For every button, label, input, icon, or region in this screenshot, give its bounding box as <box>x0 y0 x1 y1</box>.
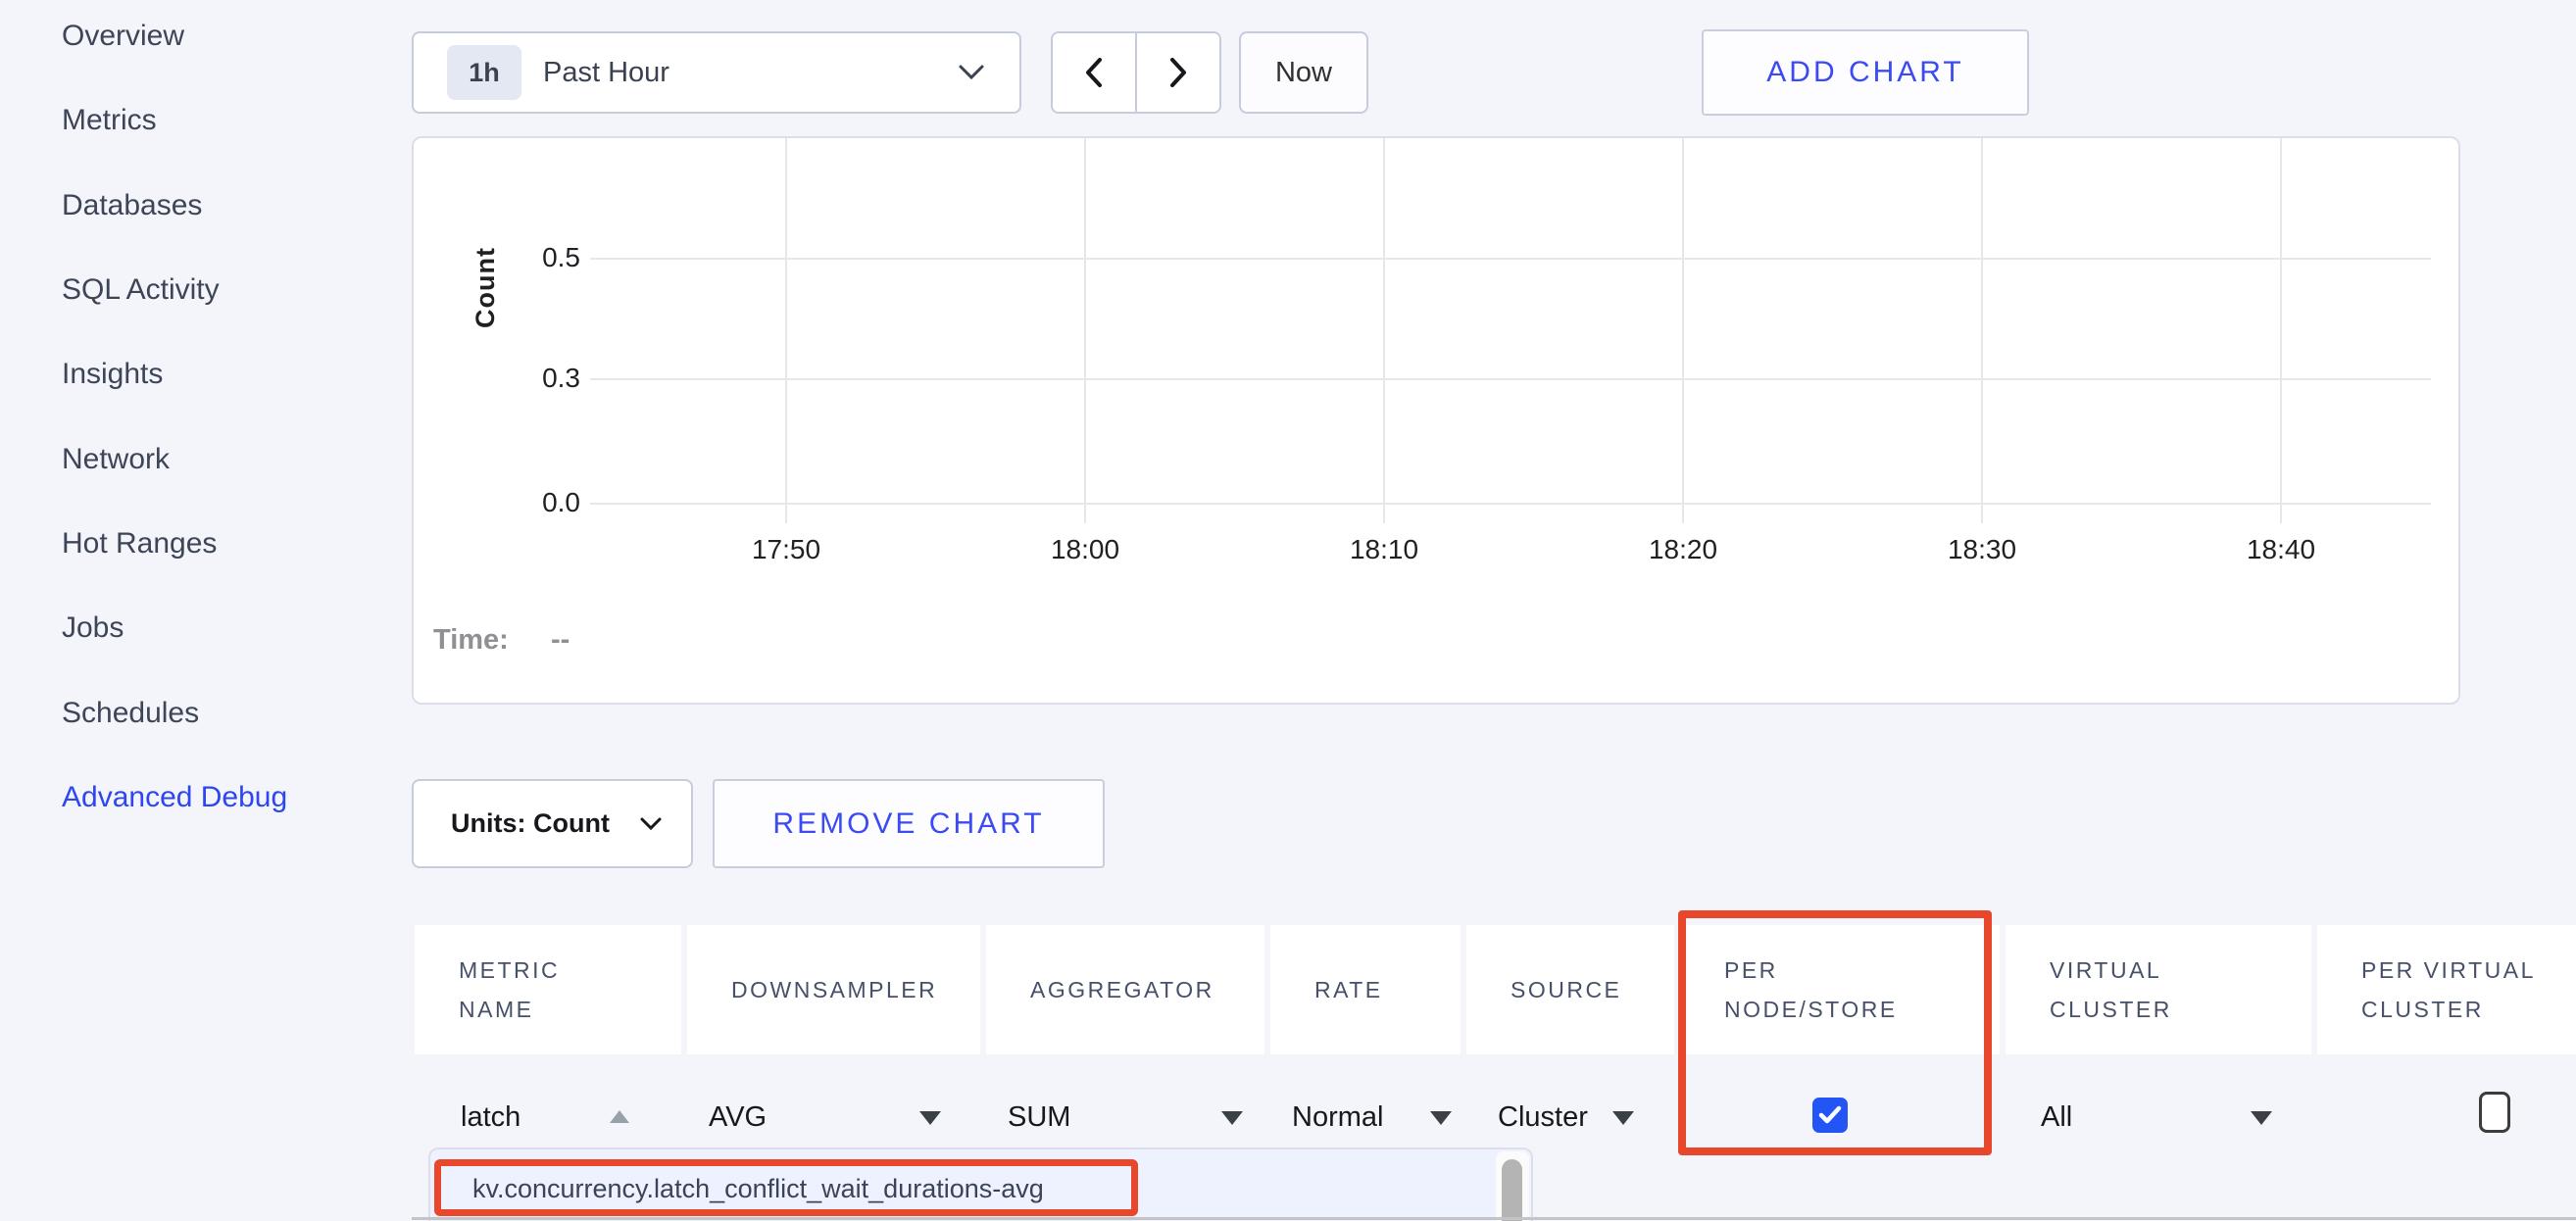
y-tick-0.3: 0.3 <box>512 363 580 394</box>
sidebar-item-sql-activity[interactable]: SQL Activity <box>62 273 220 307</box>
hover-time-value: -- <box>551 624 570 657</box>
chart-card: Count 0.5 0.3 0.0 17:50 18:00 18:10 18:2… <box>412 136 2460 705</box>
sidebar-item-schedules[interactable]: Schedules <box>62 697 199 730</box>
per-virtual-cluster-checkbox[interactable] <box>2479 1092 2510 1133</box>
x-tick: 18:20 <box>1614 534 1752 565</box>
x-tick: 18:00 <box>1016 534 1154 565</box>
next-time-button[interactable] <box>1137 33 1219 112</box>
chevron-right-icon <box>1169 58 1187 87</box>
scrollbar-track[interactable] <box>1496 1151 1529 1221</box>
metric-suggestion-item[interactable]: kv.concurrency.latch_conflict_wait_durat… <box>472 1174 1044 1204</box>
aggregator-select-value[interactable]: SUM <box>1008 1101 1070 1134</box>
check-icon <box>1818 1105 1842 1125</box>
per-node-store-checkbox[interactable] <box>1812 1098 1848 1133</box>
x-tick: 18:30 <box>1913 534 2051 565</box>
column-header-virtual-cluster: VIRTUAL CLUSTER <box>2006 925 2311 1054</box>
add-chart-button[interactable]: ADD CHART <box>1702 29 2029 116</box>
sidebar-item-network[interactable]: Network <box>62 443 170 476</box>
chevron-down-icon <box>640 817 662 831</box>
chevron-left-icon <box>1085 58 1103 87</box>
time-range-badge: 1h <box>447 45 521 100</box>
sidebar-item-databases[interactable]: Databases <box>62 189 202 222</box>
now-button[interactable]: Now <box>1239 31 1368 114</box>
column-header-source: SOURCE <box>1466 925 1674 1054</box>
units-select[interactable]: Units: Count <box>412 779 693 868</box>
metric-autocomplete-dropdown: kv.concurrency.latch_conflict_wait_durat… <box>428 1148 1533 1221</box>
caret-down-icon[interactable] <box>919 1111 941 1125</box>
chevron-down-icon <box>959 65 984 80</box>
sidebar-item-hot-ranges[interactable]: Hot Ranges <box>62 527 217 561</box>
x-tick: 17:50 <box>718 534 855 565</box>
column-header-rate: RATE <box>1270 925 1461 1054</box>
previous-time-button[interactable] <box>1053 33 1135 112</box>
hover-time-label: Time: <box>433 624 509 657</box>
remove-chart-button[interactable]: REMOVE CHART <box>713 779 1105 868</box>
column-header-metric-name: METRIC NAME <box>415 925 681 1054</box>
caret-down-icon[interactable] <box>2251 1111 2272 1125</box>
sidebar-item-advanced-debug[interactable]: Advanced Debug <box>62 781 287 814</box>
caret-down-icon[interactable] <box>1612 1111 1634 1125</box>
sidebar-item-overview[interactable]: Overview <box>62 20 184 53</box>
metric-name-input[interactable] <box>446 1090 608 1145</box>
divider <box>412 1217 2576 1220</box>
x-tick: 18:40 <box>2212 534 2350 565</box>
advanced-debug-custom-chart-page: Overview Metrics Databases SQL Activity … <box>0 0 2576 1221</box>
time-step-buttons <box>1051 31 1221 114</box>
source-select-value[interactable]: Cluster <box>1498 1101 1588 1134</box>
y-tick-0.5: 0.5 <box>512 242 580 273</box>
column-header-aggregator: AGGREGATOR <box>986 925 1264 1054</box>
time-range-label: Past Hour <box>543 57 669 89</box>
scrollbar-thumb[interactable] <box>1502 1159 1522 1221</box>
sidebar-item-jobs[interactable]: Jobs <box>62 611 124 645</box>
y-axis-label: Count <box>471 211 501 328</box>
column-header-per-virtual-cluster: PER VIRTUAL CLUSTER <box>2317 925 2576 1054</box>
caret-up-icon[interactable] <box>610 1110 629 1123</box>
column-header-per-node-store: PER NODE/STORE <box>1680 925 2000 1054</box>
rate-select-value[interactable]: Normal <box>1292 1101 1383 1134</box>
sidebar-item-metrics[interactable]: Metrics <box>62 104 157 137</box>
chart-plot-area[interactable] <box>590 138 2431 523</box>
time-range-select[interactable]: 1h Past Hour <box>412 31 1021 114</box>
caret-down-icon[interactable] <box>1430 1111 1452 1125</box>
caret-down-icon[interactable] <box>1221 1111 1243 1125</box>
units-select-label: Units: Count <box>451 808 610 839</box>
x-tick: 18:10 <box>1315 534 1453 565</box>
y-tick-0.0: 0.0 <box>512 487 580 518</box>
column-header-downsampler: DOWNSAMPLER <box>687 925 980 1054</box>
virtual-cluster-select-value[interactable]: All <box>2041 1101 2072 1134</box>
downsampler-select-value[interactable]: AVG <box>709 1101 767 1134</box>
sidebar-item-insights[interactable]: Insights <box>62 358 163 391</box>
